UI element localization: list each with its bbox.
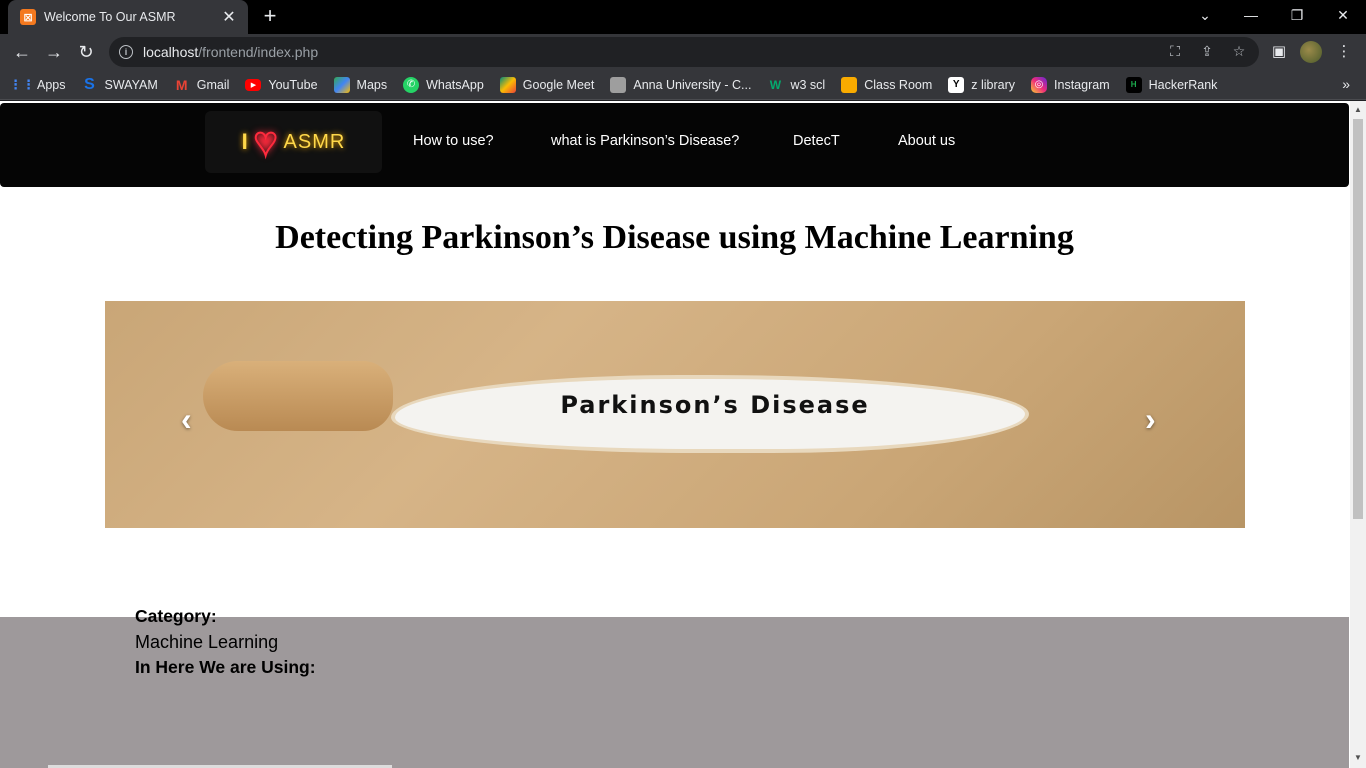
tab-title: Welcome To Our ASMR <box>44 10 176 24</box>
anna-university-icon <box>610 76 627 93</box>
scroll-up-icon[interactable]: ▲ <box>1354 105 1362 114</box>
tab-strip: ⊠ Welcome To Our ASMR ✕ + ⌄ — ❐ ✕ <box>0 0 1366 34</box>
hackerrank-icon: H <box>1125 76 1142 93</box>
site-navbar: I ♥ ASMR How to use? what is Parkinson’s… <box>0 103 1349 187</box>
bookmark-label: Instagram <box>1054 77 1110 92</box>
page-scrollbar[interactable]: ▲ ▼ <box>1350 101 1366 768</box>
category-label: Category: <box>135 606 217 626</box>
swayam-icon: S <box>84 75 95 93</box>
bookmark-label: Apps <box>37 77 66 92</box>
bookmarks-overflow-icon[interactable]: » <box>1342 76 1350 92</box>
bookmark-apps[interactable]: ⋮⋮ Apps <box>9 76 66 93</box>
url-host: localhost <box>143 44 199 60</box>
zlibrary-icon: Y <box>948 76 965 93</box>
site-logo[interactable]: I ♥ ASMR <box>205 111 382 173</box>
site-info-icon[interactable]: i <box>119 45 133 59</box>
image-carousel: Parkinson’s Disease ‹ › <box>105 301 1245 528</box>
translate-icon[interactable]: ⛶ <box>1166 43 1184 61</box>
share-icon[interactable]: ⇪ <box>1198 43 1216 61</box>
side-panel-icon[interactable]: ▣ <box>1269 42 1289 62</box>
bookmark-zlibrary[interactable]: Yz library <box>948 76 1016 93</box>
bookmark-label: YouTube <box>268 77 318 92</box>
bookmark-w3schools[interactable]: Ww3 scl <box>767 77 825 93</box>
bookmark-star-icon[interactable]: ☆ <box>1230 43 1248 61</box>
back-arrow-icon[interactable]: ← <box>8 38 36 66</box>
maps-icon <box>333 76 350 93</box>
bookmark-label: z library <box>971 77 1016 92</box>
category-value: Machine Learning <box>135 632 279 652</box>
nav-about-us[interactable]: About us <box>898 133 955 149</box>
google-meet-icon <box>499 76 516 93</box>
heart-icon: ♥ <box>253 120 279 164</box>
url-path: /frontend/index.php <box>198 44 319 60</box>
close-tab-icon[interactable]: ✕ <box>220 7 238 27</box>
restore-button[interactable]: ❐ <box>1274 0 1320 30</box>
bookmark-label: Class Room <box>864 77 933 92</box>
page-title: Detecting Parkinson’s Disease using Mach… <box>275 219 1074 256</box>
bookmark-google-meet[interactable]: Google Meet <box>499 76 595 93</box>
classroom-icon <box>841 76 858 93</box>
menu-kebab-icon[interactable]: ⋮ <box>1334 42 1354 62</box>
instagram-icon: ◎ <box>1031 76 1048 93</box>
carousel-next-icon[interactable]: › <box>1145 401 1156 438</box>
browser-toolbar: ← → ↻ i localhost/frontend/index.php ⛶ ⇪… <box>0 34 1366 70</box>
minimize-button[interactable]: — <box>1228 0 1274 30</box>
forward-arrow-icon[interactable]: → <box>40 38 68 66</box>
bookmark-label: Gmail <box>196 77 230 92</box>
bookmark-label: w3 scl <box>790 77 826 92</box>
nav-how-to-use[interactable]: How to use? <box>413 133 494 149</box>
new-tab-button[interactable]: + <box>258 5 282 29</box>
bookmark-hackerrank[interactable]: H HackerRank <box>1125 76 1218 93</box>
profile-avatar[interactable] <box>1300 41 1322 63</box>
w3schools-icon: W <box>769 77 782 92</box>
logo-text: ASMR <box>283 130 346 153</box>
youtube-icon: ▶ <box>245 78 262 91</box>
address-bar[interactable]: i localhost/frontend/index.php ⛶ ⇪ ☆ <box>109 37 1259 67</box>
bookmark-gmail[interactable]: M Gmail <box>174 77 230 93</box>
bookmark-label: Maps <box>356 77 388 92</box>
bookmarks-bar: ⋮⋮ Apps S SWAYAM M Gmail ▶ YouTube Maps ✆ Wha… <box>0 70 1366 100</box>
logo-letter-i: I <box>241 129 248 154</box>
reload-icon[interactable]: ↻ <box>72 38 100 66</box>
bookmark-swayam[interactable]: S SWAYAM <box>82 75 158 93</box>
nav-detect[interactable]: DetecT <box>793 133 840 149</box>
using-label: In Here We are Using: <box>135 657 316 677</box>
bookmark-label: WhatsApp <box>426 77 484 92</box>
scroll-down-icon[interactable]: ▼ <box>1354 753 1362 762</box>
bookmark-label: SWAYAM <box>104 77 158 92</box>
apps-grid-icon: ⋮⋮ <box>9 76 35 92</box>
bookmark-label: HackerRank <box>1148 77 1218 92</box>
carousel-prev-icon[interactable]: ‹ <box>181 401 192 438</box>
torn-paper-roll <box>203 361 393 431</box>
nav-what-is-parkinsons[interactable]: what is Parkinson’s Disease? <box>551 133 739 149</box>
gmail-icon: M <box>175 76 188 93</box>
scrollbar-thumb[interactable] <box>1353 119 1363 519</box>
bookmark-instagram[interactable]: ◎ Instagram <box>1031 76 1110 93</box>
bookmark-label: Anna University - C... <box>633 77 752 92</box>
bookmark-maps[interactable]: Maps <box>333 76 388 93</box>
carousel-caption: Parkinson’s Disease <box>560 391 870 419</box>
tab-search-icon[interactable]: ⌄ <box>1182 0 1228 30</box>
bookmark-classroom[interactable]: Class Room <box>841 76 933 93</box>
close-window-button[interactable]: ✕ <box>1320 0 1366 30</box>
bookmark-whatsapp[interactable]: ✆ WhatsApp <box>403 76 484 93</box>
bookmark-label: Google Meet <box>522 77 595 92</box>
active-tab[interactable]: ⊠ Welcome To Our ASMR ✕ <box>8 0 248 34</box>
whatsapp-icon: ✆ <box>403 76 420 93</box>
bookmark-anna-university[interactable]: Anna University - C... <box>610 76 752 93</box>
bookmark-youtube[interactable]: ▶ YouTube <box>245 77 318 92</box>
xampp-favicon-icon: ⊠ <box>20 9 36 25</box>
